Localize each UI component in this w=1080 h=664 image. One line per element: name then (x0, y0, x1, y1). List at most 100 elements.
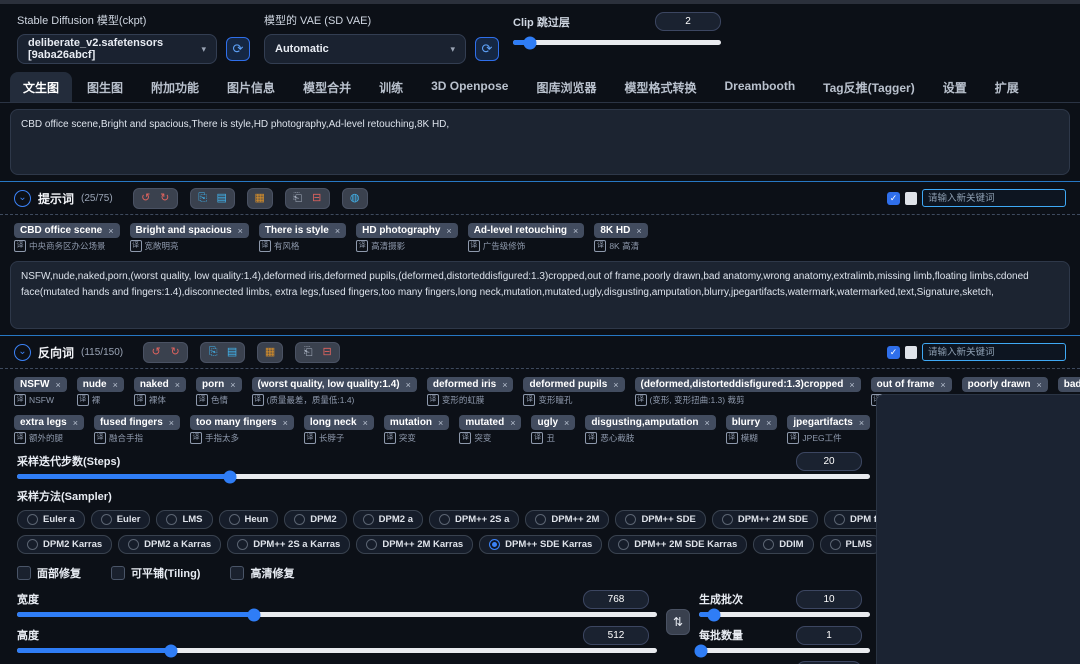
option-checkbox[interactable]: 可平铺(Tiling) (111, 565, 200, 581)
collapse-icon[interactable]: ⌄ (14, 189, 31, 207)
favorites-button[interactable]: ▦ (262, 345, 278, 360)
new-keyword-input[interactable] (922, 189, 1066, 207)
tag-remove-icon[interactable]: × (238, 226, 243, 236)
tag-chip[interactable]: (worst quality, low quality:1.4) × (251, 377, 417, 392)
input-mode-icon[interactable] (905, 191, 917, 205)
delete-all-button[interactable]: ⊟ (309, 191, 325, 206)
paste-button[interactable]: ⎗ (300, 345, 316, 360)
tag-remove-icon[interactable]: × (613, 380, 618, 390)
tag-chip[interactable]: mutated × (459, 415, 522, 430)
tag-remove-icon[interactable]: × (283, 418, 288, 428)
tab[interactable]: Tag反推(Tagger) (810, 72, 928, 102)
clip-skip-slider[interactable] (513, 36, 721, 49)
tab[interactable]: 图生图 (74, 72, 136, 102)
tag-remove-icon[interactable]: × (169, 418, 174, 428)
sampler-option[interactable]: Euler a (17, 510, 85, 529)
tag-remove-icon[interactable]: × (766, 418, 771, 428)
undo-button[interactable]: ↺ (148, 345, 164, 360)
model-refresh-button[interactable]: ⟳ (226, 37, 250, 61)
vae-refresh-button[interactable]: ⟳ (475, 37, 499, 61)
tag-chip[interactable]: extra legs × (14, 415, 84, 430)
tag-chip[interactable]: Ad-level retouching × (467, 223, 585, 238)
tag-remove-icon[interactable]: × (510, 418, 515, 428)
tab[interactable]: 扩展 (982, 72, 1032, 102)
tag-chip[interactable]: poorly drawn × (961, 377, 1048, 392)
tag-remove-icon[interactable]: × (636, 226, 641, 236)
tag-chip[interactable]: nude × (76, 377, 124, 392)
tag-chip[interactable]: NSFW × (14, 377, 67, 392)
batch-size-slider[interactable] (694, 644, 870, 657)
tag-chip[interactable]: CBD office scene × (14, 223, 120, 238)
translate-button[interactable]: ◍ (347, 191, 363, 206)
model-dropdown[interactable]: deliberate_v2.safetensors [9aba26abcf] ▾ (17, 34, 217, 64)
sampler-option[interactable]: DPM++ SDE Karras (479, 535, 603, 554)
undo-button[interactable]: ↺ (138, 191, 154, 206)
tag-remove-icon[interactable]: × (705, 418, 710, 428)
redo-button[interactable]: ↻ (167, 345, 183, 360)
auto-translate-checkbox[interactable]: ✓ (887, 345, 900, 359)
tab[interactable]: 模型合并 (290, 72, 364, 102)
tag-remove-icon[interactable]: × (108, 226, 113, 236)
cfg-value[interactable]: 7 (796, 660, 862, 664)
tab[interactable]: 附加功能 (138, 72, 212, 102)
steps-value[interactable]: 20 (796, 451, 862, 471)
tag-chip[interactable]: long neck × (303, 415, 374, 430)
tag-chip[interactable]: ugly × (531, 415, 576, 430)
sampler-option[interactable]: PLMS (819, 535, 882, 554)
sampler-option[interactable]: DPM++ SDE (615, 510, 706, 529)
prompt-textarea[interactable]: CBD office scene,Bright and spacious,The… (10, 109, 1070, 175)
tag-remove-icon[interactable]: × (335, 226, 340, 236)
clip-skip-value[interactable]: 2 (655, 12, 721, 31)
sampler-option[interactable]: DPM++ 2M SDE (711, 510, 819, 529)
sampler-option[interactable]: DPM2 a Karras (118, 535, 222, 554)
tag-remove-icon[interactable]: × (175, 380, 180, 390)
tag-remove-icon[interactable]: × (502, 380, 507, 390)
tab[interactable]: 图片信息 (214, 72, 288, 102)
tag-chip[interactable]: blurry × (725, 415, 778, 430)
tag-remove-icon[interactable]: × (406, 380, 411, 390)
copy-button[interactable]: ⎘ (195, 191, 211, 206)
tag-chip[interactable]: bad anatomy × (1057, 377, 1080, 392)
sampler-option[interactable]: DPM2 (284, 510, 347, 529)
tab[interactable]: 文生图 (10, 72, 73, 102)
tag-chip[interactable]: deformed iris × (426, 377, 514, 392)
batch-count-slider[interactable] (699, 608, 870, 621)
tag-chip[interactable]: There is style × (258, 223, 347, 238)
tab[interactable]: Dreambooth (711, 72, 808, 102)
tag-remove-icon[interactable]: × (564, 418, 569, 428)
tag-chip[interactable]: disgusting,amputation × (585, 415, 716, 430)
sampler-option[interactable]: DPM++ 2M (525, 510, 610, 529)
tag-chip[interactable]: mutation × (383, 415, 450, 430)
sampler-option[interactable]: Heun (218, 510, 279, 529)
tag-remove-icon[interactable]: × (940, 380, 945, 390)
paste-button[interactable]: ⎗ (290, 191, 306, 206)
tab[interactable]: 图库浏览器 (523, 72, 609, 102)
tag-remove-icon[interactable]: × (113, 380, 118, 390)
tag-remove-icon[interactable]: × (1036, 380, 1041, 390)
sampler-option[interactable]: LMS (156, 510, 213, 529)
sampler-option[interactable]: DPM++ 2M SDE Karras (608, 535, 748, 554)
sampler-option[interactable]: DPM++ 2S a Karras (227, 535, 351, 554)
option-checkbox[interactable]: 高清修复 (230, 565, 294, 581)
tag-remove-icon[interactable]: × (55, 380, 60, 390)
tag-chip[interactable]: deformed pupils × (523, 377, 625, 392)
tag-remove-icon[interactable]: × (859, 418, 864, 428)
option-checkbox[interactable]: 面部修复 (17, 565, 81, 581)
save-button[interactable]: ▤ (224, 345, 240, 360)
width-value[interactable]: 768 (583, 589, 649, 609)
height-value[interactable]: 512 (583, 625, 649, 645)
collapse-icon[interactable]: ⌄ (14, 343, 31, 361)
steps-slider[interactable] (17, 470, 870, 483)
negative-prompt-textarea[interactable]: NSFW,nude,naked,porn,(worst quality, low… (10, 261, 1070, 329)
width-slider[interactable] (17, 608, 657, 621)
favorites-button[interactable]: ▦ (252, 191, 268, 206)
tag-chip[interactable]: porn × (196, 377, 242, 392)
sampler-option[interactable]: DDIM (753, 535, 814, 554)
swap-dimensions-button[interactable]: ⇅ (666, 609, 690, 635)
tag-remove-icon[interactable]: × (73, 418, 78, 428)
height-slider[interactable] (17, 644, 657, 657)
tag-chip[interactable]: 8K HD × (594, 223, 648, 238)
save-button[interactable]: ▤ (214, 191, 230, 206)
sampler-option[interactable]: DPM++ 2S a (429, 510, 520, 529)
redo-button[interactable]: ↻ (157, 191, 173, 206)
